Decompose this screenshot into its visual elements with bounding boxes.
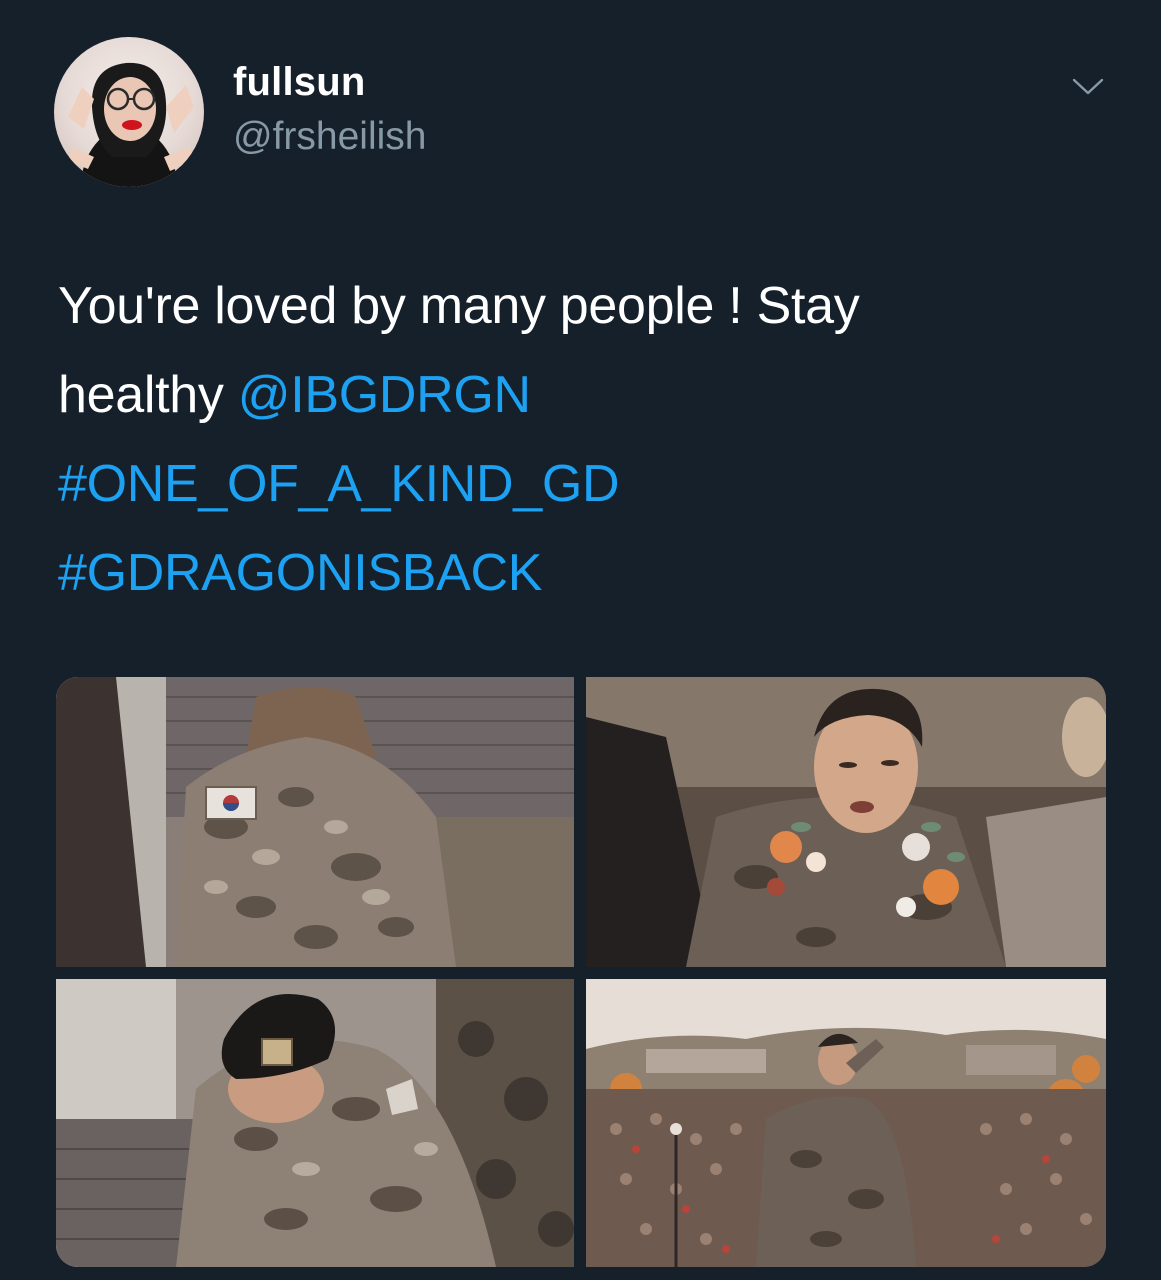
tweet-text: You're loved by many people ! Stay healt… xyxy=(58,262,1118,618)
mention-link[interactable]: @IBGDRGN xyxy=(238,366,531,424)
user-handle[interactable]: @frsheilish xyxy=(233,114,426,160)
photo-saluting-crowd[interactable] xyxy=(586,979,1106,1267)
photo-bowing-soldier[interactable] xyxy=(56,979,574,1267)
avatar-photo xyxy=(68,62,194,187)
display-name[interactable]: fullsun xyxy=(233,58,366,106)
tweet-menu-button[interactable] xyxy=(1068,72,1108,102)
hashtag-link-gdragonisback[interactable]: #GDRAGONISBACK xyxy=(58,529,1118,618)
chevron-down-icon xyxy=(1072,78,1104,95)
photo-flower-necklace[interactable] xyxy=(586,677,1106,967)
tweet-text-line-2: healthy @IBGDRGN xyxy=(58,351,1118,440)
user-avatar[interactable] xyxy=(54,37,204,187)
media-grid xyxy=(56,677,1106,1267)
tweet-text-healthy: healthy xyxy=(58,366,238,424)
tweet-text-line-1: You're loved by many people ! Stay xyxy=(58,277,860,335)
hashtag-link-one-of-a-kind[interactable]: #ONE_OF_A_KIND_GD xyxy=(58,440,1118,529)
tweet: fullsun @frsheilish You're loved by many… xyxy=(0,0,1161,1280)
photo-uniform-shoulder[interactable] xyxy=(56,677,574,967)
